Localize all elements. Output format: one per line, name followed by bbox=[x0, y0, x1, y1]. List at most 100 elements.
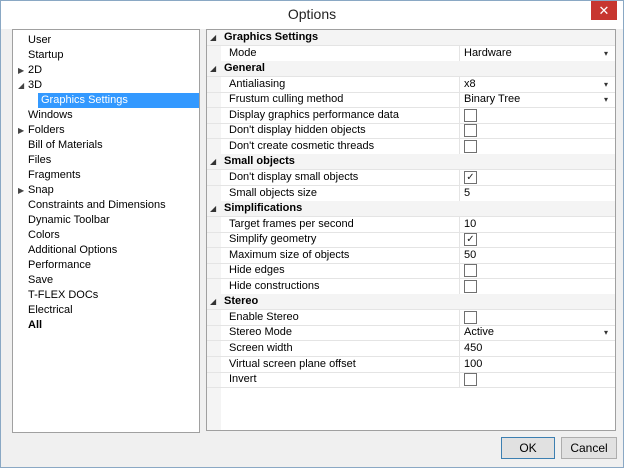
collapse-arrow-icon[interactable]: ◢ bbox=[210, 201, 216, 216]
column-divider[interactable] bbox=[459, 169, 460, 186]
tree-item[interactable]: Startup bbox=[13, 48, 199, 63]
property-checkbox[interactable] bbox=[464, 373, 477, 387]
collapse-arrow-icon[interactable]: ◢ bbox=[18, 78, 24, 93]
tree-item[interactable]: ▶ 2D bbox=[13, 63, 199, 78]
column-divider[interactable] bbox=[459, 309, 460, 326]
property-category[interactable]: ◢ Graphics Settings bbox=[207, 30, 615, 46]
tree-item[interactable]: ◢ 3D bbox=[13, 78, 199, 93]
column-divider[interactable] bbox=[459, 278, 460, 295]
column-divider[interactable] bbox=[459, 263, 460, 280]
property-category[interactable]: ◢ Small objects bbox=[207, 154, 615, 171]
expand-arrow-icon[interactable]: ▶ bbox=[18, 123, 24, 138]
property-value[interactable]: 100 bbox=[464, 357, 612, 372]
property-checkbox[interactable] bbox=[464, 108, 477, 122]
tree-item[interactable]: Save bbox=[13, 273, 199, 288]
property-name: Don't create cosmetic threads bbox=[229, 139, 375, 152]
column-divider[interactable] bbox=[459, 372, 460, 389]
column-divider[interactable] bbox=[459, 92, 460, 109]
collapse-arrow-icon[interactable]: ◢ bbox=[210, 154, 216, 169]
dropdown-arrow-icon[interactable]: ▾ bbox=[604, 77, 608, 92]
property-dropdown[interactable]: Binary Tree ▾ bbox=[464, 92, 612, 107]
property-checkbox[interactable] bbox=[464, 139, 477, 153]
property-value-text: 100 bbox=[464, 357, 483, 370]
property-value[interactable]: 5 bbox=[464, 186, 612, 201]
collapse-arrow-icon[interactable]: ◢ bbox=[210, 30, 216, 45]
property-row: Stereo Mode Active ▾ bbox=[207, 325, 615, 342]
property-checkbox[interactable]: ✓ bbox=[464, 170, 477, 184]
property-value[interactable]: 450 bbox=[464, 341, 612, 356]
dropdown-arrow-icon[interactable]: ▾ bbox=[604, 92, 608, 107]
column-divider[interactable] bbox=[459, 216, 460, 233]
property-checkbox[interactable] bbox=[464, 310, 477, 324]
column-divider[interactable] bbox=[459, 247, 460, 264]
property-row: Simplify geometry ✓ bbox=[207, 232, 615, 249]
tree-item[interactable]: ▶ Snap bbox=[13, 183, 199, 198]
category-label: Stereo bbox=[224, 295, 259, 308]
tree-item[interactable]: Electrical bbox=[13, 303, 199, 318]
tree-item[interactable]: Dynamic Toolbar bbox=[13, 213, 199, 228]
property-value[interactable]: 10 bbox=[464, 217, 612, 232]
property-category[interactable]: ◢ Simplifications bbox=[207, 201, 615, 218]
expand-arrow-icon[interactable]: ▶ bbox=[18, 183, 24, 198]
cancel-button[interactable]: Cancel bbox=[561, 437, 617, 459]
tree-item-label: Additional Options bbox=[28, 244, 118, 256]
property-value[interactable]: 50 bbox=[464, 248, 612, 263]
property-dropdown[interactable]: x8 ▾ bbox=[464, 77, 612, 92]
close-button[interactable]: ✕ bbox=[591, 1, 617, 20]
column-divider[interactable] bbox=[459, 356, 460, 373]
column-divider[interactable] bbox=[459, 325, 460, 342]
property-checkbox[interactable] bbox=[464, 279, 477, 293]
collapse-arrow-icon[interactable]: ◢ bbox=[210, 294, 216, 309]
column-divider[interactable] bbox=[459, 232, 460, 249]
tree-item[interactable]: Windows bbox=[13, 108, 199, 123]
column-divider[interactable] bbox=[459, 107, 460, 124]
property-row: Screen width 450 bbox=[207, 341, 615, 357]
property-value-text: 10 bbox=[464, 217, 477, 230]
ok-button[interactable]: OK bbox=[501, 437, 555, 459]
tree-item[interactable]: Graphics Settings bbox=[13, 93, 199, 108]
tree-item[interactable]: Additional Options bbox=[13, 243, 199, 258]
tree-item[interactable]: Constraints and Dimensions bbox=[13, 198, 199, 213]
tree-item[interactable]: ▶ Folders bbox=[13, 123, 199, 138]
tree-item[interactable]: All bbox=[13, 318, 199, 333]
property-row: Mode Hardware ▾ bbox=[207, 45, 615, 62]
tree-item-label: Folders bbox=[28, 124, 65, 136]
property-row: Invert bbox=[207, 372, 615, 389]
tree-item[interactable]: User bbox=[13, 33, 199, 48]
column-divider[interactable] bbox=[459, 185, 460, 202]
property-checkbox[interactable]: ✓ bbox=[464, 233, 477, 247]
tree-item[interactable]: T-FLEX DOCs bbox=[13, 288, 199, 303]
column-divider[interactable] bbox=[459, 76, 460, 93]
property-value-text: 5 bbox=[464, 186, 471, 199]
collapse-arrow-icon[interactable]: ◢ bbox=[210, 61, 216, 76]
property-value-text: 50 bbox=[464, 248, 477, 261]
property-category[interactable]: ◢ Stereo bbox=[207, 294, 615, 311]
property-checkbox[interactable] bbox=[464, 264, 477, 278]
tree-item[interactable]: Fragments bbox=[13, 168, 199, 183]
property-row: Target frames per second 10 bbox=[207, 216, 615, 233]
property-name: Display graphics performance data bbox=[229, 108, 399, 121]
tree-item[interactable]: Files bbox=[13, 153, 199, 168]
property-category[interactable]: ◢ General bbox=[207, 61, 615, 78]
column-divider[interactable] bbox=[459, 341, 460, 357]
property-name: Hide edges bbox=[229, 264, 285, 277]
property-checkbox[interactable] bbox=[464, 124, 477, 138]
property-row: Don't display hidden objects bbox=[207, 123, 615, 140]
options-category-tree[interactable]: User Startup ▶ 2D ◢ 3D Graphics Settings Window… bbox=[12, 29, 200, 433]
property-dropdown[interactable]: Active ▾ bbox=[464, 325, 612, 340]
column-divider[interactable] bbox=[459, 123, 460, 140]
column-divider[interactable] bbox=[459, 138, 460, 155]
tree-item[interactable]: Performance bbox=[13, 258, 199, 273]
property-name: Antialiasing bbox=[229, 77, 286, 90]
dropdown-arrow-icon[interactable]: ▾ bbox=[604, 325, 608, 340]
tree-item-label: 2D bbox=[28, 64, 43, 76]
column-divider[interactable] bbox=[459, 45, 460, 62]
category-label: Small objects bbox=[224, 155, 295, 168]
tree-item[interactable]: Colors bbox=[13, 228, 199, 243]
property-name: Screen width bbox=[229, 342, 293, 354]
property-dropdown[interactable]: Hardware ▾ bbox=[464, 46, 612, 61]
expand-arrow-icon[interactable]: ▶ bbox=[18, 63, 24, 78]
options-dialog: Options ✕ User Startup ▶ 2D ◢ 3D Graphics Sett… bbox=[0, 0, 624, 468]
dropdown-arrow-icon[interactable]: ▾ bbox=[604, 46, 608, 61]
tree-item[interactable]: Bill of Materials bbox=[13, 138, 199, 153]
